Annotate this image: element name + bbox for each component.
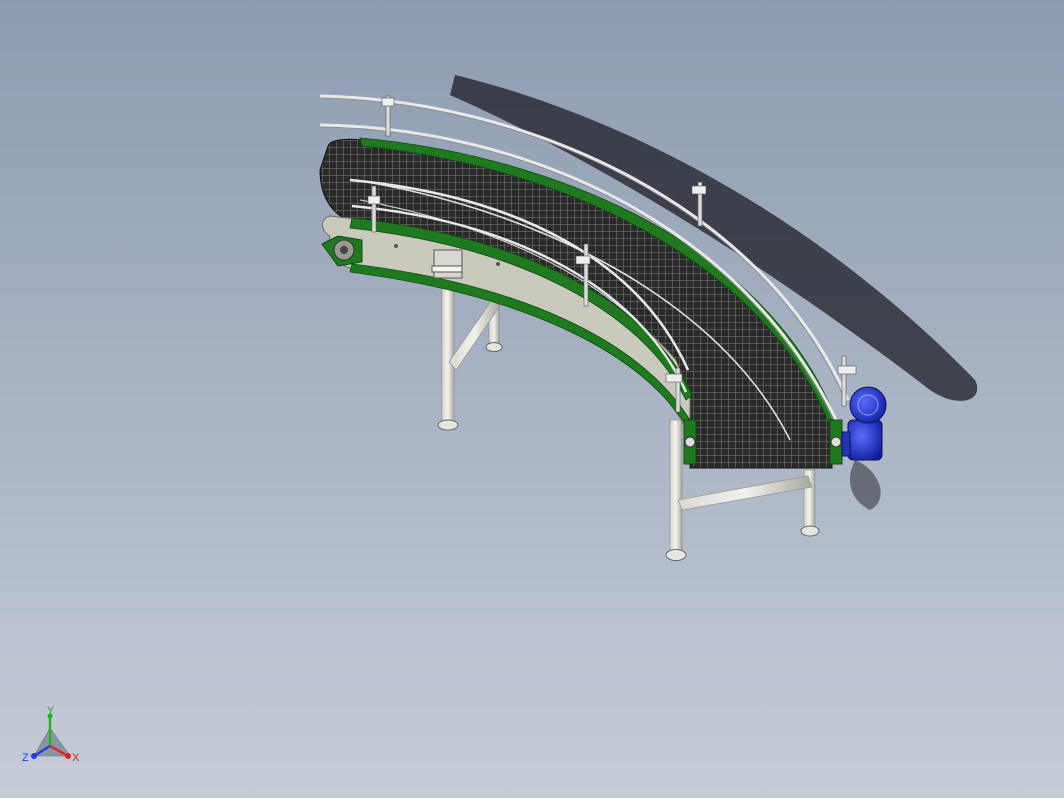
leg-front-left[interactable] xyxy=(441,281,455,423)
bracket-clamp xyxy=(431,265,463,273)
leg-foot[interactable] xyxy=(665,549,687,561)
frame-bolt xyxy=(608,306,612,310)
axis-triad[interactable]: Y X Z xyxy=(22,705,80,764)
triad-x-tip xyxy=(65,753,71,759)
triad-z-label: Z xyxy=(22,752,29,764)
motor-flange xyxy=(841,431,851,457)
drive-shaft-end xyxy=(684,436,696,448)
mounting-bracket[interactable] xyxy=(433,249,463,279)
leg-foot[interactable] xyxy=(800,525,820,537)
gearbox[interactable] xyxy=(847,419,883,461)
conveyor-scene[interactable]: Y X Z xyxy=(0,0,1064,798)
leg-foot[interactable] xyxy=(437,419,459,431)
leg-front-right[interactable] xyxy=(669,419,683,551)
triad-x-label: X xyxy=(72,752,80,764)
triad-y-label: Y xyxy=(47,705,55,717)
leg-right-cross-brace[interactable] xyxy=(677,475,813,511)
frame-bolt xyxy=(496,262,500,266)
idler-end-bearing[interactable] xyxy=(321,235,363,267)
3d-viewport[interactable]: Y X Z xyxy=(0,0,1064,798)
drive-shaft-end xyxy=(830,436,842,448)
motor-body[interactable] xyxy=(849,386,887,424)
triad-z-tip xyxy=(31,753,37,759)
model-shadow-tail xyxy=(850,460,881,510)
frame-bolt xyxy=(394,244,398,248)
leg-foot[interactable] xyxy=(485,342,503,352)
